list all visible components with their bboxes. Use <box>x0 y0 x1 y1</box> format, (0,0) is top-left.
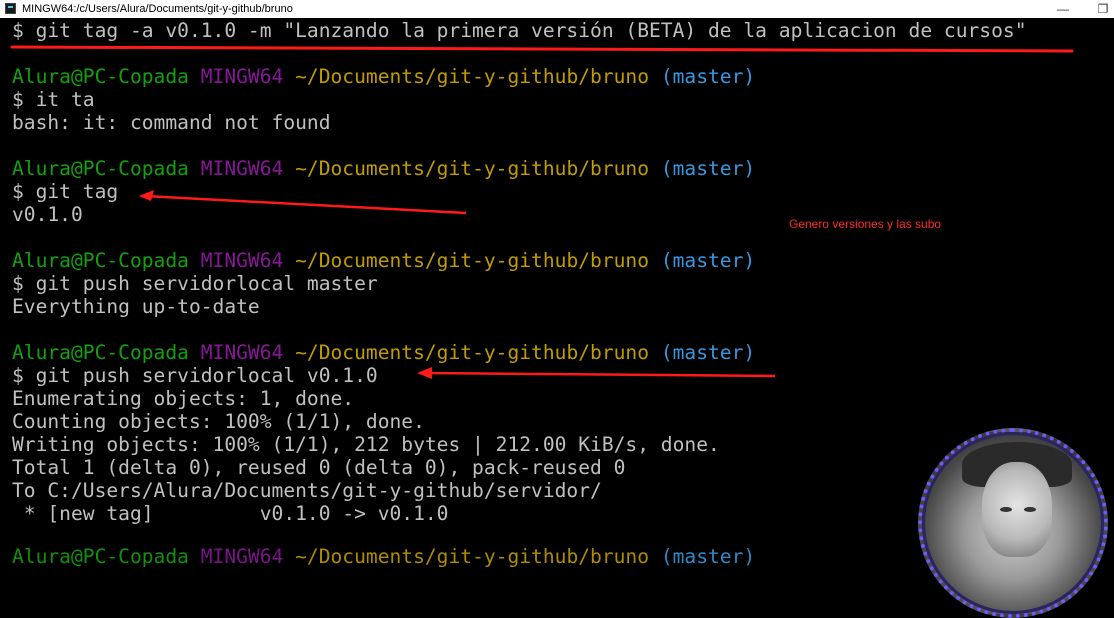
arrow-annotation <box>417 367 432 379</box>
webcam-eye <box>1024 507 1036 512</box>
annotation-note: Genero versiones y las subo <box>789 217 942 231</box>
arrow-annotation <box>144 194 467 215</box>
arrow-annotation <box>139 190 154 201</box>
arrow-annotation <box>424 371 776 378</box>
webcam-overlay <box>918 428 1108 618</box>
underline-annotation <box>10 45 1074 53</box>
webcam-face <box>982 462 1052 557</box>
webcam-eye <box>1000 507 1012 512</box>
